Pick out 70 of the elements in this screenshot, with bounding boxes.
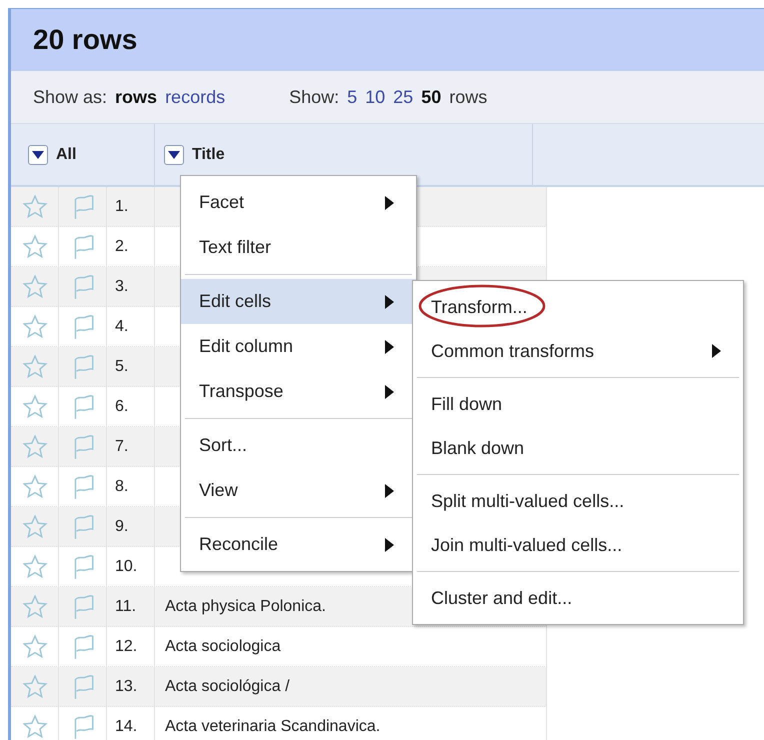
- row-number: 2.: [115, 238, 128, 256]
- dropdown-button[interactable]: [164, 144, 184, 164]
- row-number: 14.: [115, 718, 138, 736]
- menu-item[interactable]: View: [181, 468, 416, 513]
- submenu-arrow-icon: [712, 344, 721, 358]
- caret-icon: [32, 150, 44, 158]
- menu-item[interactable]: Join multi-valued cells...: [413, 523, 743, 567]
- table-cell: Acta veterinaria Scandinavica.: [165, 718, 380, 736]
- row-number: 7.: [115, 438, 128, 456]
- page-size-link[interactable]: 5: [347, 86, 358, 108]
- menu-item[interactable]: Blank down: [413, 426, 743, 470]
- row-number: 9.: [115, 518, 128, 536]
- menu-item[interactable]: Fill down: [413, 382, 743, 426]
- row-number: 4.: [115, 318, 128, 336]
- submenu-arrow-icon: [385, 294, 394, 308]
- menu-item[interactable]: Transpose: [181, 369, 416, 414]
- submenu-arrow-icon: [385, 384, 394, 398]
- menu-item[interactable]: Edit cells: [181, 279, 416, 324]
- table-cell: Acta sociologica: [165, 638, 281, 656]
- table-cell: Acta sociológica /: [165, 678, 290, 696]
- row-number: 11.: [115, 598, 136, 616]
- view-mode-link[interactable]: rows: [115, 86, 158, 108]
- table-cell: Acta physica Polonica.: [165, 598, 326, 616]
- page-size-link[interactable]: 25: [393, 86, 414, 108]
- star-icon[interactable]: [22, 354, 48, 380]
- submenu-arrow-icon: [385, 484, 394, 498]
- row-number: 13.: [115, 678, 138, 696]
- star-icon[interactable]: [22, 314, 48, 340]
- show-label: Show:: [289, 86, 340, 108]
- column-header: Title: [192, 146, 225, 164]
- star-icon[interactable]: [22, 714, 48, 740]
- row-number: 1.: [115, 198, 128, 216]
- menu-item[interactable]: Reconcile: [181, 522, 416, 567]
- star-icon[interactable]: [22, 634, 48, 660]
- star-icon[interactable]: [22, 394, 48, 420]
- row-number: 12.: [115, 638, 138, 656]
- caret-icon: [168, 150, 180, 158]
- row-number: 10.: [115, 558, 138, 576]
- menu-item[interactable]: Edit column: [181, 324, 416, 369]
- menu-item[interactable]: Split multi-valued cells...: [413, 479, 743, 523]
- star-icon[interactable]: [22, 514, 48, 540]
- menu-item[interactable]: Sort...: [181, 423, 416, 468]
- star-icon[interactable]: [22, 554, 48, 580]
- menu-item[interactable]: Facet: [181, 180, 416, 225]
- show-as-label: Show as:: [33, 86, 108, 108]
- page-size-link[interactable]: 50: [421, 86, 442, 108]
- submenu-arrow-icon: [385, 196, 394, 210]
- menu-item[interactable]: Text filter: [181, 225, 416, 270]
- star-icon[interactable]: [22, 194, 48, 220]
- row-number: 5.: [115, 358, 128, 376]
- row-number: 6.: [115, 398, 128, 416]
- star-icon[interactable]: [22, 274, 48, 300]
- star-icon[interactable]: [22, 434, 48, 460]
- star-icon[interactable]: [22, 594, 48, 620]
- menu-item[interactable]: Common transforms: [413, 329, 743, 373]
- menu-item[interactable]: Cluster and edit...: [413, 576, 743, 620]
- row-number: 8.: [115, 478, 128, 496]
- dropdown-button[interactable]: [28, 144, 48, 164]
- menu-item[interactable]: Transform...: [413, 285, 743, 329]
- rows-label: rows: [449, 86, 488, 108]
- star-icon[interactable]: [22, 234, 48, 260]
- page-size-link[interactable]: 10: [365, 86, 386, 108]
- column-header: All: [56, 146, 76, 164]
- submenu-arrow-icon: [385, 538, 394, 552]
- star-icon[interactable]: [22, 474, 48, 500]
- submenu-arrow-icon: [385, 340, 394, 354]
- row-count-title: 20 rows: [33, 24, 138, 56]
- row-number: 3.: [115, 278, 128, 296]
- view-mode-link[interactable]: records: [165, 86, 226, 108]
- star-icon[interactable]: [22, 674, 48, 700]
